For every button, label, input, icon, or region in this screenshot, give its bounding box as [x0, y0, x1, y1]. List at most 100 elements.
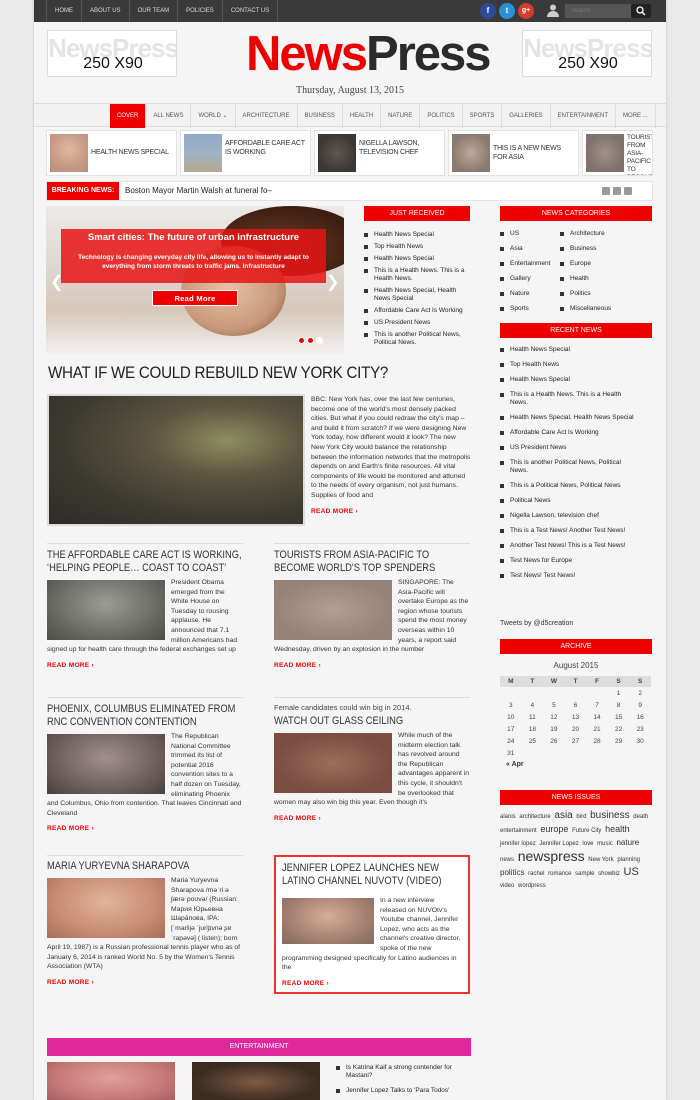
entertainment-image[interactable] — [192, 1062, 320, 1100]
strip-item[interactable]: HEALTH NEWS SPECIAL — [46, 130, 177, 176]
list-item[interactable]: Test News for Europe — [500, 557, 640, 565]
nav-cover[interactable]: COVER — [110, 104, 147, 128]
topnav-home[interactable]: HOME — [46, 0, 82, 22]
article-read-more[interactable]: READ MORE › — [282, 980, 462, 987]
slider-dot[interactable] — [307, 337, 314, 344]
tag-link[interactable]: rachel — [528, 871, 544, 877]
tag-link[interactable]: asia — [554, 810, 572, 821]
list-item[interactable]: Affordable Care Act Is Working — [500, 429, 640, 437]
list-item[interactable]: This is a Health News. This is a Health … — [500, 391, 640, 407]
nav-business[interactable]: BUSINESS — [298, 104, 343, 128]
list-item[interactable]: Political News — [500, 497, 640, 505]
search-button[interactable] — [631, 4, 651, 18]
category-link[interactable]: Gallery — [500, 275, 560, 283]
list-item[interactable]: Top Health News — [500, 361, 640, 369]
list-item[interactable]: Health News Special — [500, 376, 640, 384]
slider-next-arrow-icon[interactable]: ❯ — [326, 272, 339, 292]
tag-link[interactable]: wordpress — [518, 883, 546, 889]
nav-galleries[interactable]: GALLERIES — [502, 104, 551, 128]
article-read-more[interactable]: READ MORE › — [274, 662, 470, 669]
twitter-icon[interactable]: t — [499, 3, 515, 19]
strip-item[interactable]: AFFORDABLE CARE ACT IS WORKING — [180, 130, 311, 176]
tag-link[interactable]: nature — [616, 838, 639, 847]
featured-read-more[interactable]: READ MORE › — [311, 507, 471, 517]
tag-link[interactable]: planning — [617, 857, 640, 863]
tag-link[interactable]: politics — [500, 868, 524, 877]
nav-architecture[interactable]: ARCHITECTURE — [236, 104, 298, 128]
category-link[interactable]: Business — [560, 245, 640, 253]
ad-banner-right[interactable]: NewsPress 250 X90 — [522, 30, 652, 77]
search-input[interactable] — [565, 4, 629, 18]
nav-health[interactable]: HEALTH — [343, 104, 382, 128]
list-item[interactable]: Health News Special — [364, 255, 470, 263]
topnav-policies[interactable]: POLICIES — [178, 0, 223, 22]
tag-link[interactable]: New York — [588, 857, 613, 863]
tag-link[interactable]: romance — [548, 871, 571, 877]
article-image[interactable] — [47, 580, 165, 640]
tag-link[interactable]: alanis — [500, 814, 516, 820]
list-item[interactable]: US President News — [500, 444, 640, 452]
list-item[interactable]: Top Health News — [364, 243, 470, 251]
list-item[interactable]: Health News Special, Health News Special — [364, 287, 470, 303]
list-item[interactable]: Test News! Test News! — [500, 572, 640, 580]
category-link[interactable]: Nature — [500, 290, 560, 298]
tag-link[interactable]: video — [500, 883, 514, 889]
hero-slider[interactable]: Smart cities: The future of urban infras… — [46, 206, 344, 354]
article-image[interactable] — [274, 733, 392, 793]
category-link[interactable]: US — [500, 230, 560, 238]
nav-entertainment[interactable]: ENTERTAINMENT — [551, 104, 617, 128]
list-item[interactable]: This is a Test News! Another Test News! — [500, 527, 640, 535]
category-link[interactable]: Sports — [500, 305, 560, 313]
category-link[interactable]: Entertainment — [500, 260, 560, 268]
prev-icon[interactable] — [602, 187, 610, 195]
list-item[interactable]: This is a Health News. This is a Health … — [364, 267, 470, 283]
topnav-about-us[interactable]: ABOUT US — [82, 0, 130, 22]
tag-link[interactable]: Future City — [572, 828, 601, 834]
article-image[interactable] — [282, 898, 374, 944]
tweets-link[interactable]: Tweets by @d5creation — [500, 620, 573, 627]
tag-link[interactable]: news — [500, 857, 514, 863]
next-icon[interactable] — [624, 187, 632, 195]
list-item[interactable]: Affordable Care Act Is Working — [364, 307, 470, 315]
article-title[interactable]: WATCH OUT GLASS CEILING — [274, 715, 470, 728]
list-item[interactable]: Nigella Lawson, television chef — [500, 512, 640, 520]
article-image[interactable] — [274, 580, 392, 640]
nav-more[interactable]: MORE ... — [616, 104, 656, 128]
article-image[interactable] — [47, 734, 165, 794]
list-item[interactable]: Health News Special, Health News Special — [500, 414, 640, 422]
tag-link[interactable]: death — [633, 814, 648, 820]
tag-link[interactable]: entertainment — [500, 828, 537, 834]
nav-all-news[interactable]: ALL NEWS — [146, 104, 192, 128]
entertainment-image[interactable] — [47, 1062, 175, 1100]
article-title[interactable]: JENNIFER LOPEZ LAUNCHES NEW LATINO CHANN… — [282, 862, 461, 888]
category-link[interactable]: Miscellaneous — [560, 305, 640, 313]
breaking-headline[interactable]: Boston Mayor Martin Walsh at funeral fo– — [125, 182, 272, 200]
strip-item[interactable]: TOURISTS FROM ASIA-PACIFIC TO BECOME WOR… — [582, 130, 653, 176]
tag-link[interactable]: jennifer lopez — [500, 841, 536, 847]
list-item[interactable]: US President News — [364, 319, 470, 327]
nav-politics[interactable]: POLITICS — [420, 104, 463, 128]
strip-item[interactable]: THIS IS A NEW NEWS FOR ASIA — [448, 130, 579, 176]
nav-nature[interactable]: NATURE — [381, 104, 421, 128]
list-item[interactable]: Is Katrina Kaif a strong contender for M… — [336, 1064, 471, 1080]
list-item[interactable]: Another Test News! This is a Test News! — [500, 542, 640, 550]
list-item[interactable]: This is another Political News, Politica… — [500, 459, 640, 475]
article-image[interactable] — [47, 878, 165, 938]
tag-link[interactable]: bird — [576, 814, 586, 820]
nav-sports[interactable]: SPORTS — [463, 104, 503, 128]
featured-image[interactable] — [47, 394, 305, 526]
category-link[interactable]: Asia — [500, 245, 560, 253]
article-read-more[interactable]: READ MORE › — [47, 979, 243, 986]
slider-dot[interactable] — [298, 337, 305, 344]
slider-prev-arrow-icon[interactable]: ❮ — [50, 272, 63, 292]
article-title[interactable]: TOURISTS FROM ASIA-PACIFIC TO BECOME WOR… — [274, 549, 470, 575]
tag-link[interactable]: architecture — [519, 814, 550, 820]
pause-icon[interactable] — [613, 187, 621, 195]
article-read-more[interactable]: READ MORE › — [274, 815, 470, 822]
slider-read-more-button[interactable]: Read More — [152, 290, 238, 306]
slider-dot[interactable] — [316, 337, 323, 344]
google-plus-icon[interactable]: g+ — [518, 3, 534, 19]
tag-link[interactable]: newspress — [518, 848, 585, 864]
facebook-icon[interactable]: f — [480, 3, 496, 19]
category-link[interactable]: Europe — [560, 260, 640, 268]
